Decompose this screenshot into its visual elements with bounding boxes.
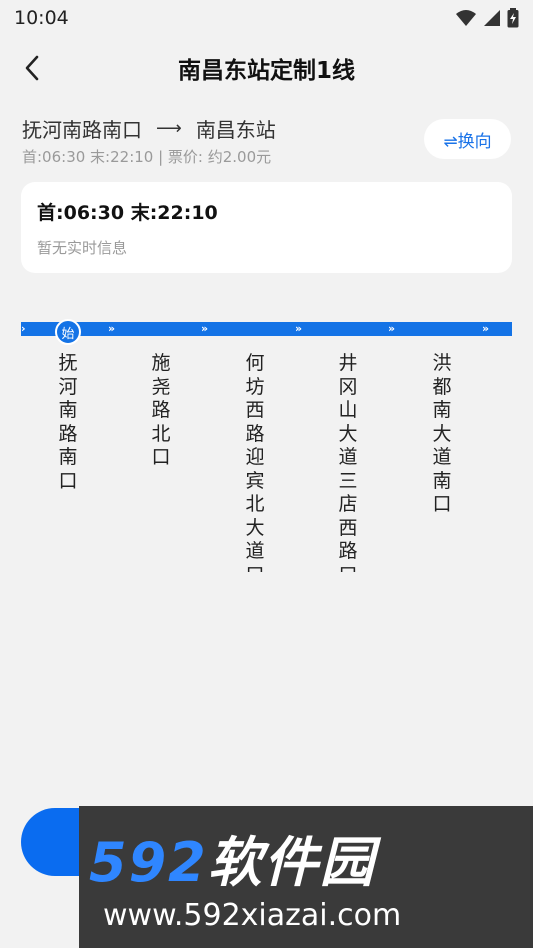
back-button[interactable] [14, 50, 50, 86]
chevron-right-icon: ›› [388, 322, 395, 335]
wifi-icon [456, 10, 476, 26]
reverse-direction-button[interactable]: ⇌换向 [424, 119, 511, 159]
watermark-brand-text: 软件园 [207, 831, 376, 894]
battery-icon [507, 8, 519, 28]
stop-item[interactable]: 洪都南大道南口 [430, 352, 454, 517]
stop-item[interactable]: 何坊西路迎宾北大道口 [243, 352, 267, 572]
status-bar: 10:04 [0, 0, 533, 36]
signal-icon [484, 10, 500, 26]
watermark-brand-number: 592 [89, 831, 208, 894]
chevron-right-icon: ›› [201, 322, 208, 335]
start-badge: 始 [55, 319, 81, 345]
stop-list: 抚河南路南口 施尧路北口 何坊西路迎宾北大道口 井冈山大道三店西路口 洪都南大道… [0, 352, 533, 572]
line-track [21, 322, 512, 336]
realtime-status: 暂无实时信息 [37, 239, 128, 257]
chevron-left-icon [25, 55, 39, 81]
chevron-right-icon: ›› [295, 322, 302, 335]
route-from: 抚河南路南口 [22, 117, 142, 142]
chevron-right-icon: ›› [482, 322, 489, 335]
status-time: 10:04 [14, 7, 69, 29]
chevron-right-icon: › [21, 322, 25, 335]
watermark-brand: 592软件园 [89, 818, 376, 897]
card-time: 首:06:30 末:22:10 [37, 202, 218, 224]
timetable-card: 首:06:30 末:22:10 暂无实时信息 [21, 182, 512, 273]
stop-item[interactable]: 抚河南路南口 [56, 352, 80, 493]
header: 南昌东站定制1线 [0, 44, 533, 92]
status-icons [455, 8, 519, 28]
route-to: 南昌东站 [195, 117, 276, 142]
watermark: 592软件园 www.592xiazai.com [79, 806, 533, 948]
chevron-right-icon: ›› [108, 322, 115, 335]
stop-item[interactable]: 井冈山大道三店西路口 [336, 352, 360, 572]
stop-item[interactable]: 施尧路北口 [149, 352, 173, 470]
page-title: 南昌东站定制1线 [177, 58, 355, 84]
route-meta: 首:06:30 末:22:10 | 票价: 约2.00元 [22, 148, 272, 166]
route-info: 抚河南路南口 ⟶ 南昌东站 首:06:30 末:22:10 | 票价: 约2.0… [22, 112, 422, 167]
route-line: 抚河南路南口 ⟶ 南昌东站 [22, 112, 422, 144]
route-arrow: ⟶ [156, 117, 182, 139]
watermark-url: www.592xiazai.com [103, 898, 402, 933]
